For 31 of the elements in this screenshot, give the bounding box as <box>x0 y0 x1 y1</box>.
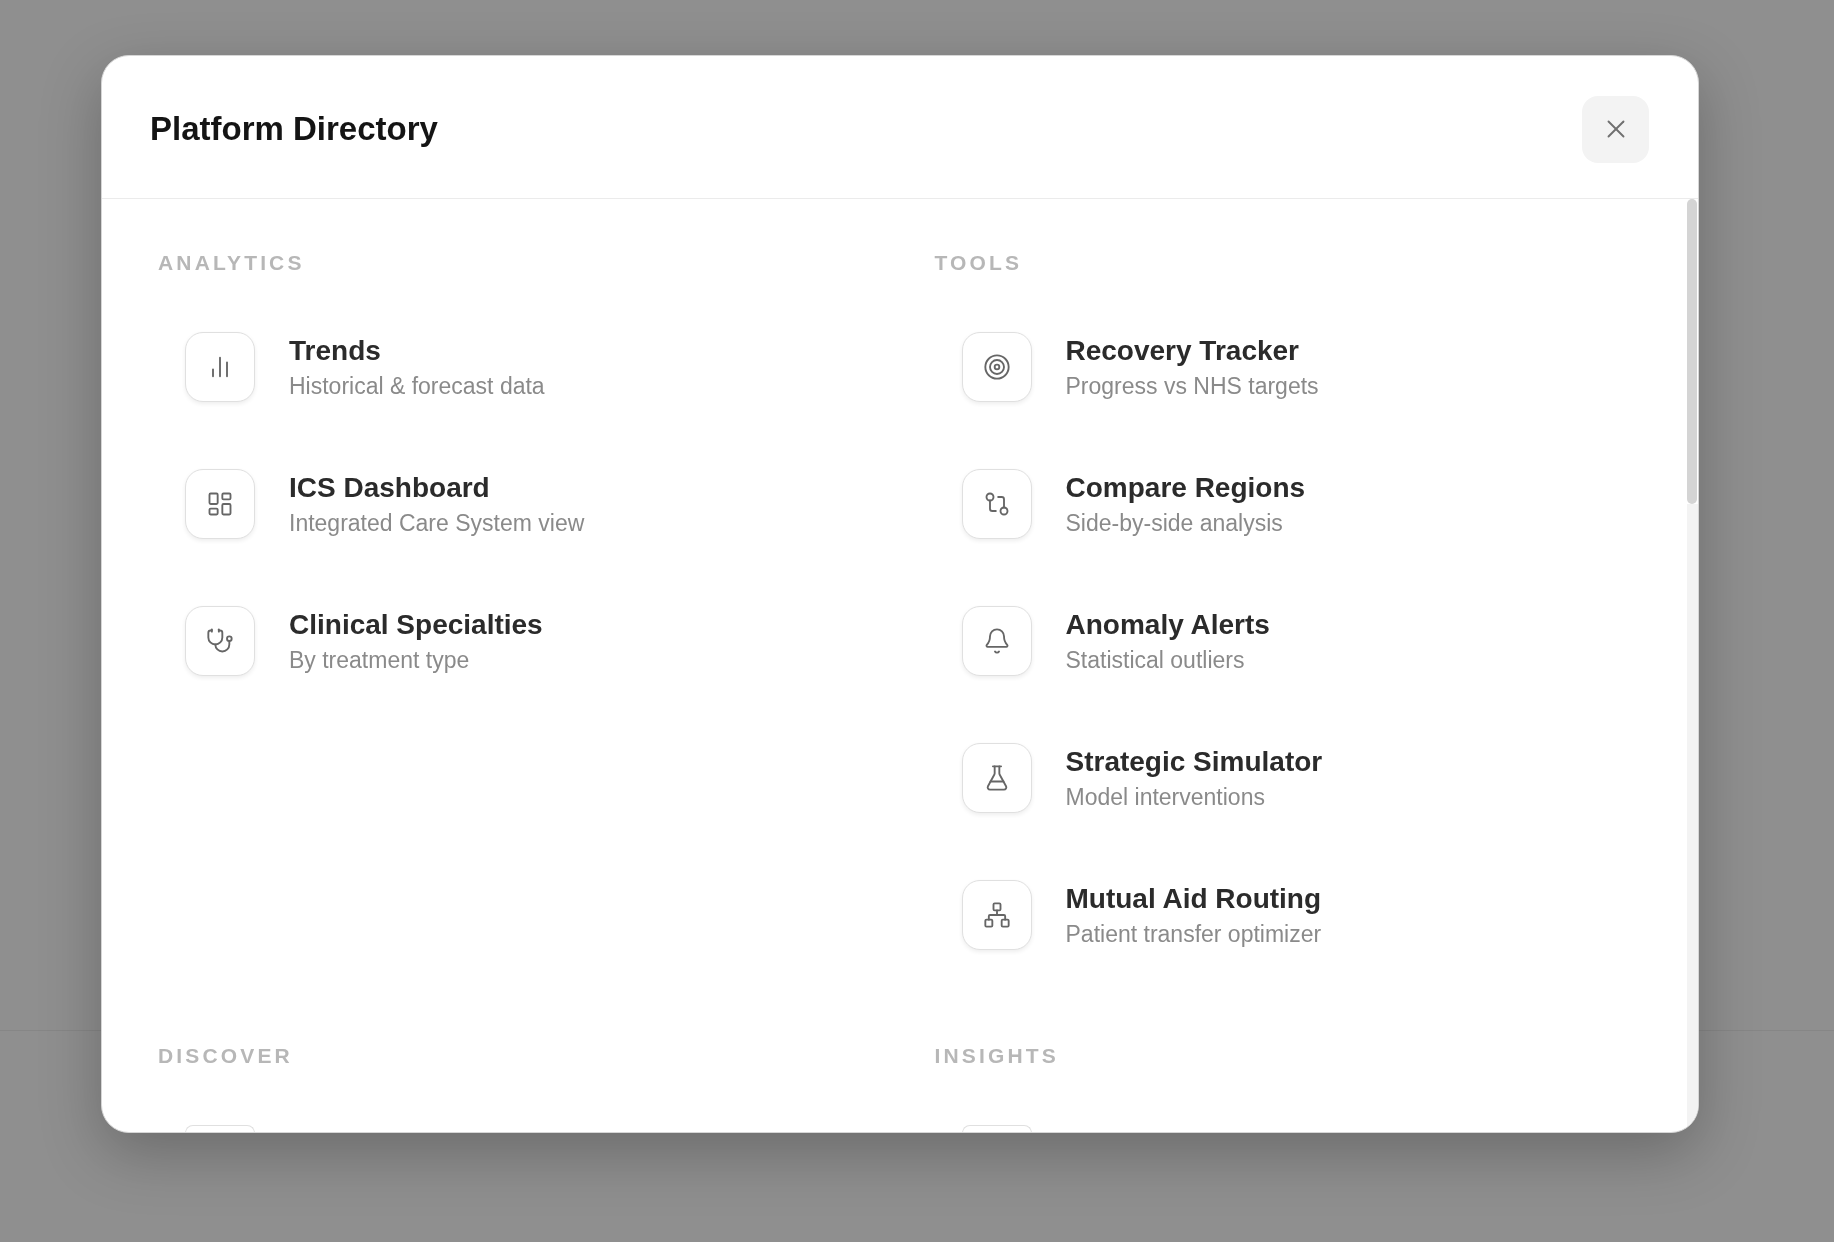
section-heading: TOOLS <box>934 251 1023 275</box>
network-icon <box>961 880 1032 950</box>
link-description: Integrated Care System view <box>289 508 585 538</box>
compare-icon <box>961 469 1032 539</box>
dashboard-icon <box>185 469 255 539</box>
link-title[interactable]: ICS Dashboard <box>289 470 490 505</box>
link-title[interactable]: Recovery Tracker <box>1065 333 1299 368</box>
link-title[interactable]: Clinical Specialties <box>289 607 543 642</box>
link-title[interactable]: Trends <box>289 333 381 368</box>
bar-chart-icon <box>185 332 255 402</box>
section-heading: ANALYTICS <box>158 251 305 275</box>
dialog-title: Platform Directory <box>150 109 438 149</box>
section-heading: DISCOVER <box>158 1044 293 1068</box>
flask-icon <box>961 743 1032 813</box>
bell-icon <box>961 606 1032 676</box>
target-icon <box>961 332 1032 402</box>
stethoscope-icon <box>185 606 255 676</box>
link-description: Model interventions <box>1065 782 1265 812</box>
link-description: By treatment type <box>289 645 470 675</box>
link-title[interactable]: Strategic Simulator <box>1065 744 1323 779</box>
link-title[interactable]: Mutual Aid Routing <box>1065 881 1322 916</box>
close-button[interactable] <box>1582 95 1649 163</box>
link-description: Patient transfer optimizer <box>1065 919 1322 949</box>
link-description: Statistical outliers <box>1065 645 1245 675</box>
link-description: Progress vs NHS targets <box>1065 371 1319 401</box>
scrollbar-thumb[interactable] <box>1687 199 1697 504</box>
link-title[interactable]: Compare Regions <box>1065 470 1306 505</box>
link-title[interactable]: Anomaly Alerts <box>1065 607 1270 642</box>
link-description: Side-by-side analysis <box>1065 508 1283 538</box>
section-heading: INSIGHTS <box>934 1044 1059 1068</box>
link-description: Historical & forecast data <box>289 371 545 401</box>
